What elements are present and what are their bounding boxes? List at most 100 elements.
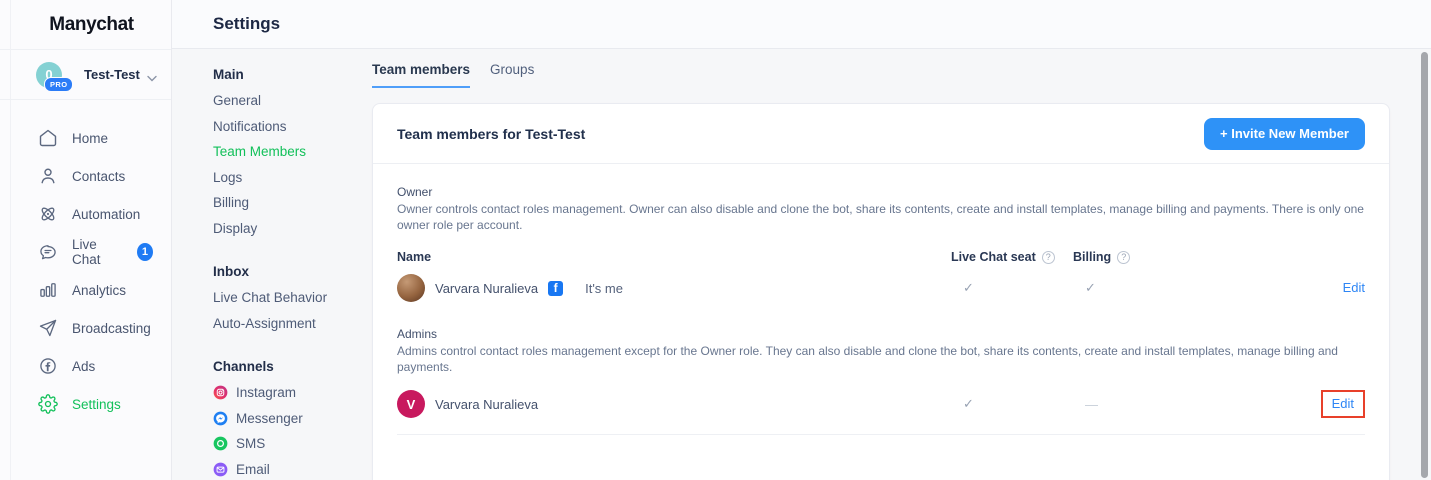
home-icon bbox=[38, 128, 58, 148]
settings-nav-section-title: Inbox bbox=[213, 259, 363, 285]
settings-nav-section-inbox: Inbox Live Chat Behavior Auto-Assignment bbox=[213, 259, 363, 336]
sidebar-item-settings[interactable]: Settings bbox=[0, 385, 171, 423]
sidebar-item-label: Live Chat bbox=[72, 237, 123, 267]
column-header-label: Billing bbox=[1073, 250, 1111, 264]
settings-nav-item-logs[interactable]: Logs bbox=[213, 165, 363, 191]
card-title: Team members for Test-Test bbox=[397, 126, 585, 142]
messenger-icon bbox=[213, 411, 228, 426]
automation-icon bbox=[38, 204, 58, 224]
live-chat-seat-check: ✓ bbox=[951, 396, 1073, 412]
team-members-card: Team members for Test-Test + Invite New … bbox=[372, 103, 1390, 480]
settings-nav-item-label: Instagram bbox=[236, 380, 296, 406]
admins-section-description: Admins control contact roles management … bbox=[397, 344, 1365, 375]
sidebar-item-label: Ads bbox=[72, 359, 95, 374]
card-body: Owner Owner controls contact roles manag… bbox=[373, 164, 1389, 435]
billing-dash: — bbox=[1073, 397, 1187, 412]
email-icon bbox=[213, 462, 228, 477]
tab-groups[interactable]: Groups bbox=[490, 62, 534, 88]
team-tabs: Team members Groups bbox=[372, 62, 534, 88]
member-action-cell: Edit bbox=[1343, 279, 1365, 297]
edit-admin-link[interactable]: Edit bbox=[1332, 396, 1354, 411]
sidebar-item-automation[interactable]: Automation bbox=[0, 195, 171, 233]
highlight-annotation-box: Edit bbox=[1321, 390, 1365, 418]
sidebar-item-label: Settings bbox=[72, 397, 121, 412]
pro-badge: PRO bbox=[44, 77, 73, 92]
contacts-icon bbox=[38, 166, 58, 186]
settings-nav: Main General Notifications Team Members … bbox=[213, 62, 363, 480]
live-chat-icon bbox=[38, 242, 58, 262]
settings-nav-item-auto-assignment[interactable]: Auto-Assignment bbox=[213, 311, 363, 337]
settings-nav-item-billing[interactable]: Billing bbox=[213, 190, 363, 216]
sidebar-item-label: Automation bbox=[72, 207, 140, 222]
table-row-admin: V Varvara Nuralieva ✓ — Edit bbox=[397, 380, 1365, 428]
settings-nav-item-label: Messenger bbox=[236, 406, 303, 432]
settings-nav-item-instagram[interactable]: Instagram bbox=[213, 380, 363, 406]
table-row-owner: Varvara Nuralieva f It's me ✓ ✓ Edit bbox=[397, 264, 1365, 312]
column-header-label: Live Chat seat bbox=[951, 250, 1036, 264]
settings-nav-item-team-members[interactable]: Team Members bbox=[213, 139, 363, 165]
settings-nav-item-label: Email bbox=[236, 457, 270, 480]
avatar: V bbox=[397, 390, 425, 418]
settings-nav-item-notifications[interactable]: Notifications bbox=[213, 114, 363, 140]
row-divider bbox=[397, 434, 1365, 435]
sms-icon bbox=[213, 436, 228, 451]
live-chat-count-badge: 1 bbox=[137, 243, 153, 261]
settings-nav-item-messenger[interactable]: Messenger bbox=[213, 406, 363, 432]
member-name: Varvara Nuralieva bbox=[435, 281, 538, 296]
sidebar-item-home[interactable]: Home bbox=[0, 119, 171, 157]
sidebar-item-broadcasting[interactable]: Broadcasting bbox=[0, 309, 171, 347]
help-icon[interactable]: ? bbox=[1117, 251, 1130, 264]
sidebar-item-ads[interactable]: Ads bbox=[0, 347, 171, 385]
member-note: It's me bbox=[585, 281, 623, 296]
manychat-logo: Manychat bbox=[49, 14, 133, 36]
member-action-cell: Edit bbox=[1321, 390, 1365, 418]
instagram-icon bbox=[213, 385, 228, 400]
column-header-billing: Billing ? bbox=[1073, 250, 1187, 264]
live-chat-seat-check: ✓ bbox=[951, 280, 1073, 296]
primary-nav: Home Contacts Automation Live Chat 1 Ana… bbox=[0, 100, 171, 423]
chevron-down-icon bbox=[147, 69, 157, 87]
column-header-live-chat-seat: Live Chat seat ? bbox=[951, 250, 1073, 264]
vertical-scrollbar[interactable] bbox=[1421, 52, 1428, 478]
edit-owner-link[interactable]: Edit bbox=[1343, 280, 1365, 295]
sidebar-item-label: Analytics bbox=[72, 283, 126, 298]
member-name-cell: V Varvara Nuralieva bbox=[397, 390, 951, 418]
members-table-header: Name Live Chat seat ? Billing ? bbox=[397, 250, 1365, 264]
sidebar-item-label: Broadcasting bbox=[72, 321, 151, 336]
account-name: Test-Test bbox=[84, 67, 140, 82]
billing-check: ✓ bbox=[1073, 280, 1187, 296]
page-title: Settings bbox=[213, 14, 280, 34]
gear-icon bbox=[38, 394, 58, 414]
card-header: Team members for Test-Test + Invite New … bbox=[373, 104, 1389, 164]
invite-new-member-button[interactable]: + Invite New Member bbox=[1204, 118, 1365, 150]
tab-team-members[interactable]: Team members bbox=[372, 62, 470, 88]
main-area: Settings Main General Notifications Team… bbox=[172, 0, 1431, 480]
sidebar-item-label: Home bbox=[72, 131, 108, 146]
account-avatar: 0 PRO bbox=[36, 62, 62, 88]
settings-nav-item-display[interactable]: Display bbox=[213, 216, 363, 242]
ads-icon bbox=[38, 356, 58, 376]
sidebar-item-analytics[interactable]: Analytics bbox=[0, 271, 171, 309]
settings-nav-section-channels: Channels Instagram Messenger SMS Email bbox=[213, 354, 363, 480]
sidebar-item-label: Contacts bbox=[72, 169, 125, 184]
owner-section-heading: Owner bbox=[397, 185, 1365, 199]
sidebar-item-live-chat[interactable]: Live Chat 1 bbox=[0, 233, 171, 271]
admins-section-heading: Admins bbox=[397, 327, 1365, 341]
settings-nav-item-sms[interactable]: SMS bbox=[213, 431, 363, 457]
manychat-settings-screen: Manychat 0 PRO Test-Test Home Contacts bbox=[0, 0, 1431, 480]
logo-row: Manychat bbox=[0, 0, 171, 50]
account-switcher[interactable]: 0 PRO Test-Test bbox=[0, 50, 171, 100]
member-name-cell: Varvara Nuralieva f It's me bbox=[397, 274, 951, 302]
owner-section-description: Owner controls contact roles management.… bbox=[397, 202, 1365, 233]
column-header-name: Name bbox=[397, 250, 951, 264]
settings-nav-item-email[interactable]: Email bbox=[213, 457, 363, 480]
settings-nav-section-title: Main bbox=[213, 62, 363, 88]
settings-nav-section-main: Main General Notifications Team Members … bbox=[213, 62, 363, 241]
primary-sidebar: Manychat 0 PRO Test-Test Home Contacts bbox=[0, 0, 172, 480]
facebook-icon: f bbox=[548, 281, 563, 296]
settings-nav-item-general[interactable]: General bbox=[213, 88, 363, 114]
help-icon[interactable]: ? bbox=[1042, 251, 1055, 264]
settings-nav-item-label: SMS bbox=[236, 431, 265, 457]
settings-nav-item-live-chat-behavior[interactable]: Live Chat Behavior bbox=[213, 285, 363, 311]
sidebar-item-contacts[interactable]: Contacts bbox=[0, 157, 171, 195]
